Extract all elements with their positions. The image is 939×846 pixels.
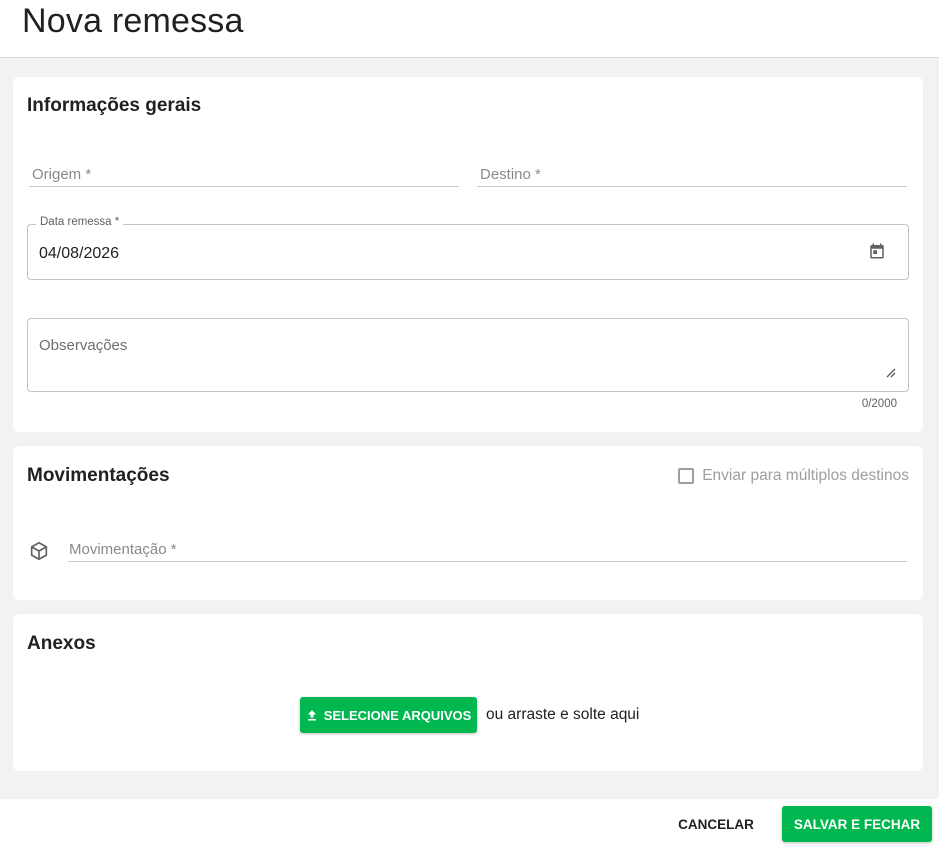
destination-label: Destino * (480, 166, 541, 183)
checkbox-box[interactable] (678, 468, 695, 484)
movements-card: Movimentações Enviar para múltiplos dest… (13, 446, 923, 600)
shipment-date-label: Data remessa * (36, 216, 124, 228)
footer-actions: CANCELAR SALVAR E FECHAR (0, 799, 939, 846)
cancel-button[interactable]: CANCELAR (668, 807, 764, 841)
calendar-icon[interactable] (868, 242, 886, 260)
notes-label: Observações (39, 337, 128, 354)
upload-area[interactable]: SELECIONE ARQUIVOS ou arraste e solte aq… (300, 697, 639, 733)
origin-label: Origem * (32, 166, 92, 183)
multi-destination-checkbox[interactable]: Enviar para múltiplos destinos (678, 467, 909, 485)
general-info-title: Informações gerais (27, 95, 202, 116)
drop-hint: ou arraste e solte aqui (486, 706, 640, 723)
movements-title: Movimentações (27, 465, 170, 486)
select-files-label: SELECIONE ARQUIVOS (323, 707, 472, 723)
attachments-title: Anexos (27, 633, 96, 654)
shipment-date-field[interactable]: Data remessa * 04/08/2026 (27, 216, 909, 280)
movement-field[interactable]: Movimentação * (68, 532, 907, 562)
box-icon (30, 541, 48, 561)
upload-icon (307, 710, 316, 721)
notes-character-counter: 0/2000 (861, 398, 897, 410)
notes-field[interactable]: Observações (27, 318, 909, 392)
save-and-close-button[interactable]: SALVAR E FECHAR (782, 806, 932, 842)
resize-handle-icon[interactable] (886, 368, 896, 378)
movement-label: Movimentação * (69, 541, 177, 558)
select-files-button[interactable]: SELECIONE ARQUIVOS (300, 697, 477, 733)
attachments-card: Anexos SELECIONE ARQUIVOS ou arraste e s… (13, 614, 923, 771)
page-header: Nova remessa (0, 0, 939, 58)
destination-field[interactable]: Destino * (477, 157, 907, 187)
multi-destination-label: Enviar para múltiplos destinos (702, 467, 909, 484)
shipment-date-value: 04/08/2026 (39, 245, 120, 262)
origin-field[interactable]: Origem * (29, 157, 459, 187)
general-info-card: Informações gerais Origem * Destino * Da… (13, 77, 923, 432)
page-title: Nova remessa (22, 2, 244, 40)
